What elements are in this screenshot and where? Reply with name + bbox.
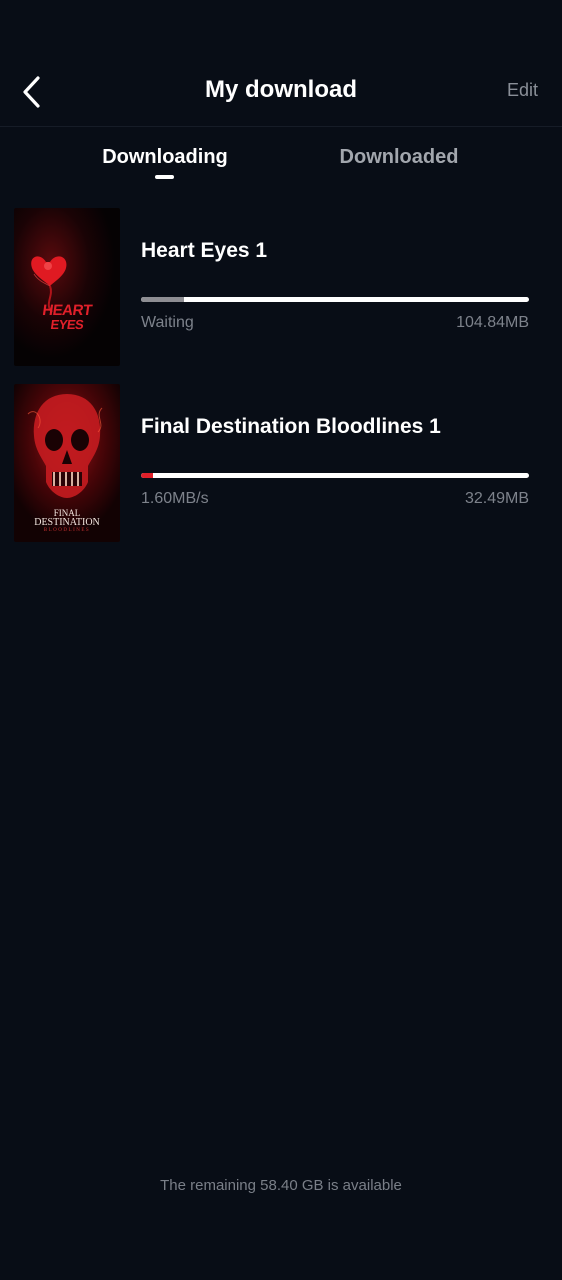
progress-fill (141, 297, 184, 302)
edit-button[interactable]: Edit (507, 80, 538, 101)
heart-eyes-poster-image (14, 208, 120, 366)
download-list: HEART EYES Heart Eyes 1 Waiting 104.84MB (0, 208, 562, 560)
download-title: Final Destination Bloodlines 1 (141, 415, 441, 438)
progress-fill (141, 473, 153, 478)
download-item[interactable]: FINAL DESTINATION BLOODLINES Final Desti… (0, 384, 562, 560)
poster-thumbnail: HEART EYES (14, 208, 120, 366)
download-size: 104.84MB (456, 314, 529, 331)
download-size: 32.49MB (464, 490, 529, 507)
page-title: My download (205, 76, 357, 103)
download-title: Heart Eyes 1 (141, 239, 268, 262)
download-status: 1.60MB/s (141, 490, 209, 507)
download-status: Waiting (141, 314, 194, 331)
top-app-bar: My download Edit (0, 0, 562, 127)
progress-bar (141, 297, 529, 302)
tab-downloaded[interactable]: Downloaded (334, 146, 464, 169)
poster-title-art: FINAL DESTINATION BLOODLINES (34, 508, 100, 533)
download-item[interactable]: HEART EYES Heart Eyes 1 Waiting 104.84MB (0, 208, 562, 384)
poster-title-art: HEART EYES (41, 302, 93, 332)
download-tabs: Downloading Downloaded (0, 140, 562, 188)
tab-downloading[interactable]: Downloading (100, 146, 230, 169)
progress-bar (141, 473, 529, 478)
active-tab-indicator (155, 175, 174, 179)
storage-available-text: The remaining 58.40 GB is available (160, 1177, 402, 1194)
poster-thumbnail: FINAL DESTINATION BLOODLINES (14, 384, 120, 542)
